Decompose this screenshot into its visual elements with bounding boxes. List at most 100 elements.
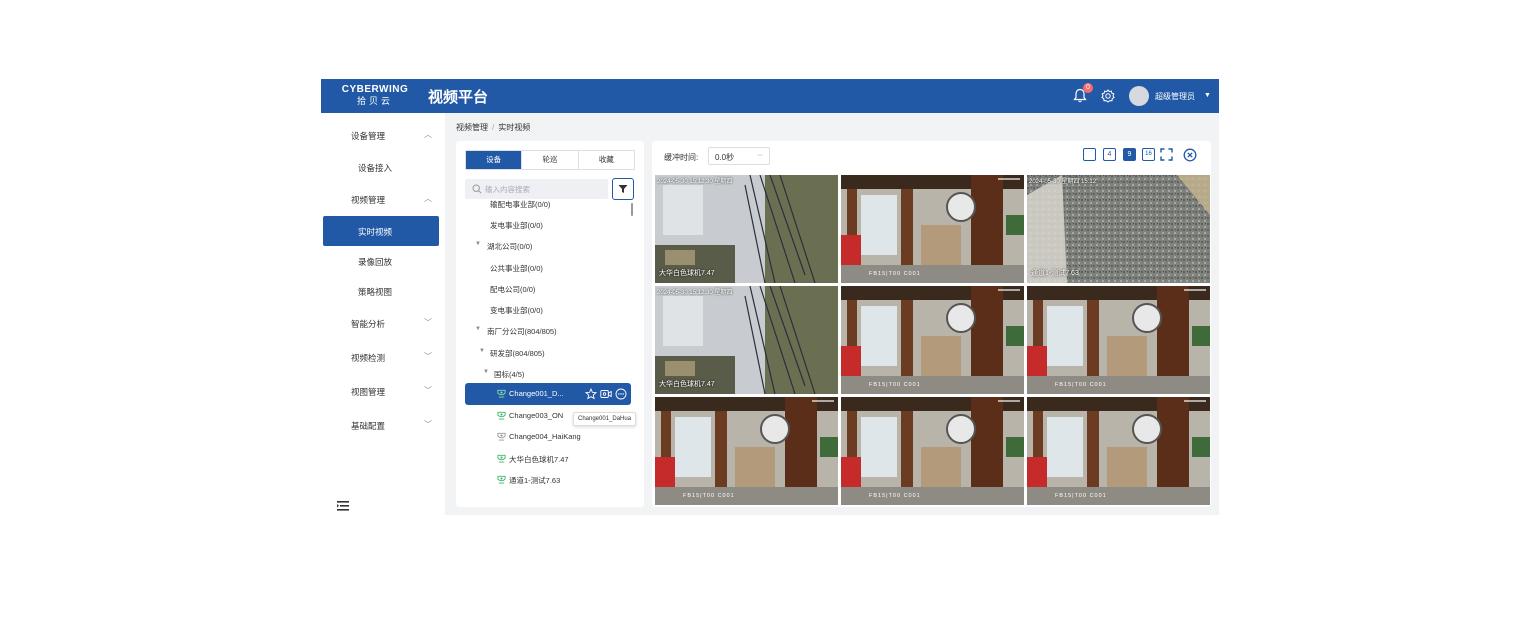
video-caption: 通道1-测试7.63 <box>1031 270 1079 277</box>
caret-down-icon[interactable]: ▼ <box>1204 92 1211 99</box>
sidebar-item-device-access[interactable]: 设备接入 <box>321 153 445 181</box>
notification-badge: 0 <box>1083 83 1093 93</box>
chevron-up-icon: ︿ <box>424 194 432 203</box>
breadcrumb-separator: / <box>492 123 495 132</box>
avatar[interactable] <box>1129 86 1149 106</box>
tree-node[interactable]: ▼ 南厂分公司(804/805) <box>456 322 644 340</box>
video-cell[interactable]: FB15|T00 C001 <box>655 397 838 505</box>
search-icon <box>472 184 482 194</box>
video-cell[interactable]: 2024-05-30 15:12:30 星期四 大华白色球机7.47 <box>655 286 838 394</box>
layout-9-button[interactable]: 9 <box>1123 148 1136 161</box>
tree-node-label: 研发部(804/805) <box>490 349 545 358</box>
layout-16-button[interactable]: 16 <box>1142 148 1155 161</box>
close-all-icon[interactable] <box>1183 148 1197 162</box>
sidebar-item-label: 实时视频 <box>358 227 393 237</box>
video-caption: 大华白色球机7.47 <box>659 381 715 388</box>
tree-node[interactable]: 配电公司(0/0) <box>456 280 644 298</box>
caret-down-icon[interactable]: ▼ <box>483 369 489 375</box>
tree-node-label: 国标(4/5) <box>494 370 525 379</box>
chevron-down-icon: ﹀ <box>757 155 764 161</box>
top-header: CYBERWING 拾贝云 视频平台 0 超级管理员 ▼ <box>321 79 1219 113</box>
sidebar-item-smart-analysis[interactable]: 智能分析 ﹀ <box>321 309 445 337</box>
video-frame <box>1027 175 1210 283</box>
caret-down-icon[interactable]: ▼ <box>475 326 481 332</box>
app-window: CYBERWING 拾贝云 视频平台 0 超级管理员 ▼ 设备管理 ︿ 设备接入… <box>321 79 1219 515</box>
layout-1-button[interactable] <box>1083 148 1096 161</box>
sidebar-item-label: 设备管理 <box>351 131 386 141</box>
panel-tabs: 设备 轮巡 收藏 <box>465 150 635 170</box>
sidebar-item-playback[interactable]: 录像回放 <box>321 247 445 275</box>
osd-indicator <box>812 400 834 402</box>
caret-down-icon[interactable]: ▼ <box>479 348 485 354</box>
sidebar-item-label: 视频管理 <box>351 195 386 205</box>
video-cell[interactable]: FB15|T00 C001 <box>841 175 1024 283</box>
device-tree-panel: 设备 轮巡 收藏 输配电事业部(0/0) 发电事业部(0/0) <box>456 141 644 507</box>
tree-node[interactable]: 公共事业部(0/0) <box>456 259 644 277</box>
sidebar-item-basic-config[interactable]: 基础配置 ﹀ <box>321 411 445 439</box>
tree-node-label: 变电事业部(0/0) <box>490 306 543 315</box>
video-caption: 大华白色球机7.47 <box>659 270 715 277</box>
video-timestamp: 2024-05-30 15:12:30 星期四 <box>657 179 733 185</box>
video-caption: FB15|T00 C001 <box>869 271 921 277</box>
tree-node-camera[interactable]: 大华白色球机7.47 <box>456 450 644 468</box>
caret-down-icon[interactable]: ▼ <box>475 241 481 247</box>
tab-devices[interactable]: 设备 <box>466 151 523 169</box>
osd-indicator <box>998 178 1020 180</box>
video-cell[interactable]: FB15|T00 C001 <box>1027 286 1210 394</box>
tree-node[interactable]: ▼ 研发部(804/805) <box>456 344 644 362</box>
breadcrumb: 视频管理 / 实时视频 <box>456 122 530 133</box>
osd-indicator <box>1184 400 1206 402</box>
username-label[interactable]: 超级管理员 <box>1155 91 1195 102</box>
more-icon[interactable] <box>615 388 627 400</box>
video-grid: 2024-05-30 15:12:30 星期四 大华白色球机7.47 FB15|T0… <box>655 175 1210 507</box>
layout-4-button[interactable]: 4 <box>1103 148 1116 161</box>
tab-favorites[interactable]: 收藏 <box>579 151 634 169</box>
tree-node-camera-selected[interactable]: Change001_D... <box>465 383 631 405</box>
sidebar-item-device-management[interactable]: 设备管理 ︿ <box>321 121 445 149</box>
video-cell[interactable]: FB15|T00 C001 <box>1027 397 1210 505</box>
tree-node-camera[interactable]: Change004_HaiKang <box>456 428 644 446</box>
video-cell[interactable]: FB15|T00 C001 <box>841 397 1024 505</box>
camera-icon <box>497 389 506 398</box>
search-input[interactable] <box>485 182 603 196</box>
video-cell[interactable]: 2024-05-30 星期四 15:12 通道1-测试7.63 <box>1027 175 1210 283</box>
tree-node[interactable]: 变电事业部(0/0) <box>456 301 644 319</box>
buffer-time-select[interactable]: 0.0秒 ﹀ <box>708 147 770 165</box>
tree-node-label: Change001_D... <box>509 389 564 398</box>
star-icon[interactable] <box>585 388 597 400</box>
sidebar-item-video-management[interactable]: 视频管理 ︿ <box>321 185 445 213</box>
tree-node[interactable]: 发电事业部(0/0) <box>456 216 644 234</box>
breadcrumb-root[interactable]: 视频管理 <box>456 123 488 132</box>
video-icon[interactable] <box>600 389 612 399</box>
camera-icon <box>497 411 506 420</box>
tree-node[interactable]: ▼ 国标(4/5) <box>456 365 644 383</box>
fullscreen-icon[interactable] <box>1160 148 1173 161</box>
tree-node-label: 湖北公司(0/0) <box>487 242 533 251</box>
sidebar-item-label: 设备接入 <box>358 163 393 173</box>
tree-node-label: 配电公司(0/0) <box>490 285 536 294</box>
camera-icon <box>497 432 506 441</box>
sidebar-item-view-management[interactable]: 视图管理 ﹀ <box>321 377 445 405</box>
app-title: 视频平台 <box>428 89 489 106</box>
sidebar-item-video-detection[interactable]: 视频检测 ﹀ <box>321 343 445 371</box>
chevron-down-icon: ﹀ <box>424 352 432 361</box>
gear-icon[interactable] <box>1101 89 1115 103</box>
sidebar-item-strategy-view[interactable]: 策略视图 <box>321 277 445 305</box>
video-panel: 缓冲时间: 0.0秒 ﹀ 4 9 16 2024-05-30 15:12:30 … <box>652 141 1211 507</box>
video-cell[interactable]: FB15|T00 C001 <box>841 286 1024 394</box>
tree-node-label: 输配电事业部(0/0) <box>490 200 551 209</box>
tree-node[interactable]: ▼ 湖北公司(0/0) <box>456 237 644 255</box>
video-caption: FB15|T00 C001 <box>869 493 921 499</box>
tree-node[interactable]: 输配电事业部(0/0) <box>456 195 644 213</box>
sidebar-item-label: 策略视图 <box>358 287 393 297</box>
buffer-time-label: 缓冲时间: <box>664 153 699 162</box>
brand-logo: CYBERWING 拾贝云 <box>333 83 417 107</box>
tree-node-camera[interactable]: 通道1-测试7.63 <box>456 471 644 489</box>
sidebar-nav: 设备管理 ︿ 设备接入 视频管理 ︿ 实时视频 录像回放 策略视图 智能分析 ﹀… <box>321 113 445 515</box>
chevron-down-icon: ﹀ <box>424 318 432 327</box>
sidebar-item-live-video[interactable]: 实时视频 <box>323 216 439 246</box>
tab-patrol[interactable]: 轮巡 <box>522 151 579 169</box>
video-cell[interactable]: 2024-05-30 15:12:30 星期四 大华白色球机7.47 <box>655 175 838 283</box>
collapse-menu-icon[interactable] <box>337 501 349 511</box>
chevron-down-icon: ﹀ <box>424 420 432 429</box>
